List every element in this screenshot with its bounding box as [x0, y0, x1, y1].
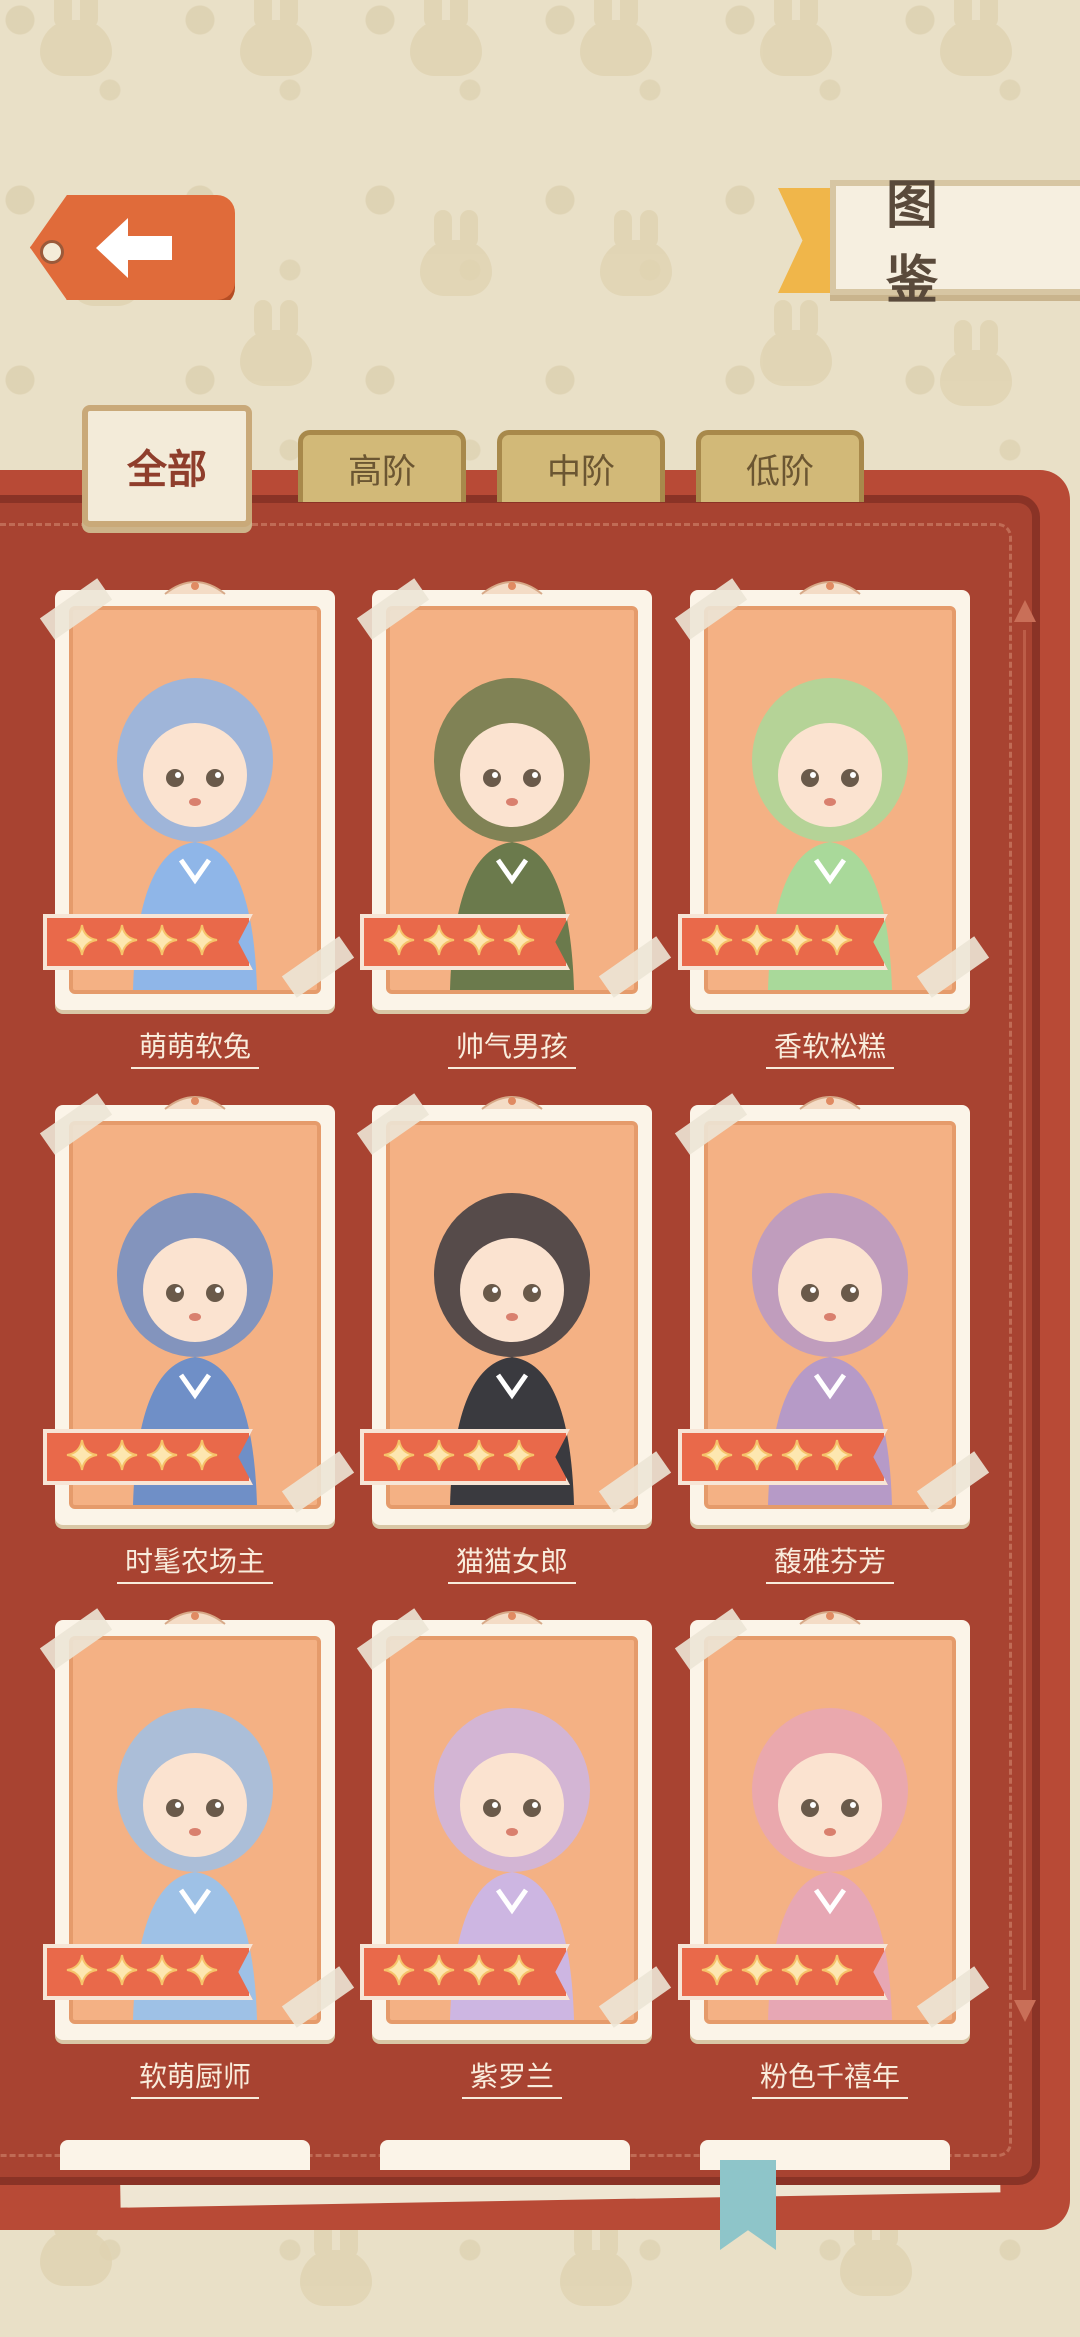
character-name-label: 帅气男孩	[447, 1030, 576, 1069]
character-card[interactable]	[674, 1093, 990, 1525]
star-icon	[382, 923, 416, 961]
character-card[interactable]	[356, 578, 672, 1010]
star-icon	[502, 1953, 536, 1991]
star-rating-strip	[43, 1429, 253, 1485]
star-icon	[780, 1953, 814, 1991]
star-icon	[185, 923, 219, 961]
star-icon	[700, 923, 734, 961]
star-icon	[185, 1438, 219, 1476]
scroll-track[interactable]	[1023, 630, 1026, 1990]
character-card[interactable]	[356, 1608, 672, 2040]
star-icon	[422, 1953, 456, 1991]
character-card[interactable]	[39, 1608, 355, 2040]
character-card[interactable]	[674, 578, 990, 1010]
star-icon	[502, 923, 536, 961]
star-icon	[382, 1438, 416, 1476]
ornament-icon	[481, 1096, 543, 1110]
character-name-label: 软萌厨师	[130, 2060, 259, 2099]
star-icon	[185, 1953, 219, 1991]
star-rating-strip	[678, 1429, 888, 1485]
star-icon	[145, 1438, 179, 1476]
star-icon	[422, 1438, 456, 1476]
page-title: 图 鉴	[886, 175, 967, 311]
star-icon	[700, 1953, 734, 1991]
star-icon	[105, 923, 139, 961]
page-title-banner: 图 鉴	[830, 176, 1080, 311]
star-icon	[700, 1438, 734, 1476]
character-name-label: 香软松糕	[765, 1030, 894, 1069]
tab-mid-tier[interactable]: 中阶	[497, 430, 665, 502]
character-name: 馥雅芬芳	[690, 1540, 970, 1584]
star-icon	[740, 1438, 774, 1476]
star-icon	[740, 1953, 774, 1991]
star-icon	[382, 1953, 416, 1991]
star-icon	[462, 1438, 496, 1476]
star-rating-strip	[360, 914, 570, 970]
star-icon	[145, 923, 179, 961]
ornament-icon	[799, 1096, 861, 1110]
star-icon	[780, 923, 814, 961]
tag-hole	[40, 240, 64, 264]
character-card[interactable]	[39, 578, 355, 1010]
star-icon	[65, 923, 99, 961]
star-rating-strip	[678, 1944, 888, 2000]
star-rating-strip	[360, 1944, 570, 2000]
ornament-icon	[799, 581, 861, 595]
star-icon	[105, 1438, 139, 1476]
star-icon	[462, 1953, 496, 1991]
character-name: 猫猫女郎	[372, 1540, 652, 1584]
character-name: 时髦农场主	[55, 1540, 335, 1584]
character-name: 香软松糕	[690, 1025, 970, 1069]
star-icon	[65, 1438, 99, 1476]
scroll-down-arrow-icon[interactable]	[1014, 2000, 1036, 2022]
star-rating-strip	[360, 1429, 570, 1485]
star-icon	[65, 1953, 99, 1991]
star-rating-strip	[43, 914, 253, 970]
star-icon	[780, 1438, 814, 1476]
star-icon	[502, 1438, 536, 1476]
tab-high-tier[interactable]: 高阶	[298, 430, 466, 502]
next-row-card-peek	[60, 2140, 310, 2170]
ornament-icon	[164, 581, 226, 595]
star-icon	[820, 1953, 854, 1991]
star-rating-strip	[678, 914, 888, 970]
left-arrow-icon	[95, 217, 172, 278]
star-icon	[820, 923, 854, 961]
star-icon	[105, 1953, 139, 1991]
character-name: 紫罗兰	[372, 2055, 652, 2099]
character-name: 粉色千禧年	[690, 2055, 970, 2099]
ornament-icon	[481, 1611, 543, 1625]
ornament-icon	[164, 1611, 226, 1625]
ornament-icon	[481, 581, 543, 595]
character-name-label: 粉色千禧年	[751, 2060, 908, 2099]
character-name: 软萌厨师	[55, 2055, 335, 2099]
star-icon	[820, 1438, 854, 1476]
ornament-icon	[164, 1096, 226, 1110]
character-card[interactable]	[674, 1608, 990, 2040]
scroll-up-arrow-icon[interactable]	[1014, 600, 1036, 622]
tab-low-tier[interactable]: 低阶	[696, 430, 864, 502]
star-icon	[422, 923, 456, 961]
star-icon	[145, 1953, 179, 1991]
character-name-label: 馥雅芬芳	[765, 1545, 894, 1584]
character-name-label: 萌萌软兔	[130, 1030, 259, 1069]
character-card[interactable]	[39, 1093, 355, 1525]
tab-all[interactable]: 全部	[82, 405, 252, 527]
character-name: 帅气男孩	[372, 1025, 652, 1069]
character-name-label: 紫罗兰	[461, 2060, 562, 2099]
character-name-label: 猫猫女郎	[447, 1545, 576, 1584]
character-name-label: 时髦农场主	[116, 1545, 273, 1584]
bookmark-ribbon	[720, 2160, 776, 2250]
character-name: 萌萌软兔	[55, 1025, 335, 1069]
character-card[interactable]	[356, 1093, 672, 1525]
star-icon	[740, 923, 774, 961]
star-icon	[462, 923, 496, 961]
star-rating-strip	[43, 1944, 253, 2000]
next-row-card-peek	[380, 2140, 630, 2170]
ornament-icon	[799, 1611, 861, 1625]
